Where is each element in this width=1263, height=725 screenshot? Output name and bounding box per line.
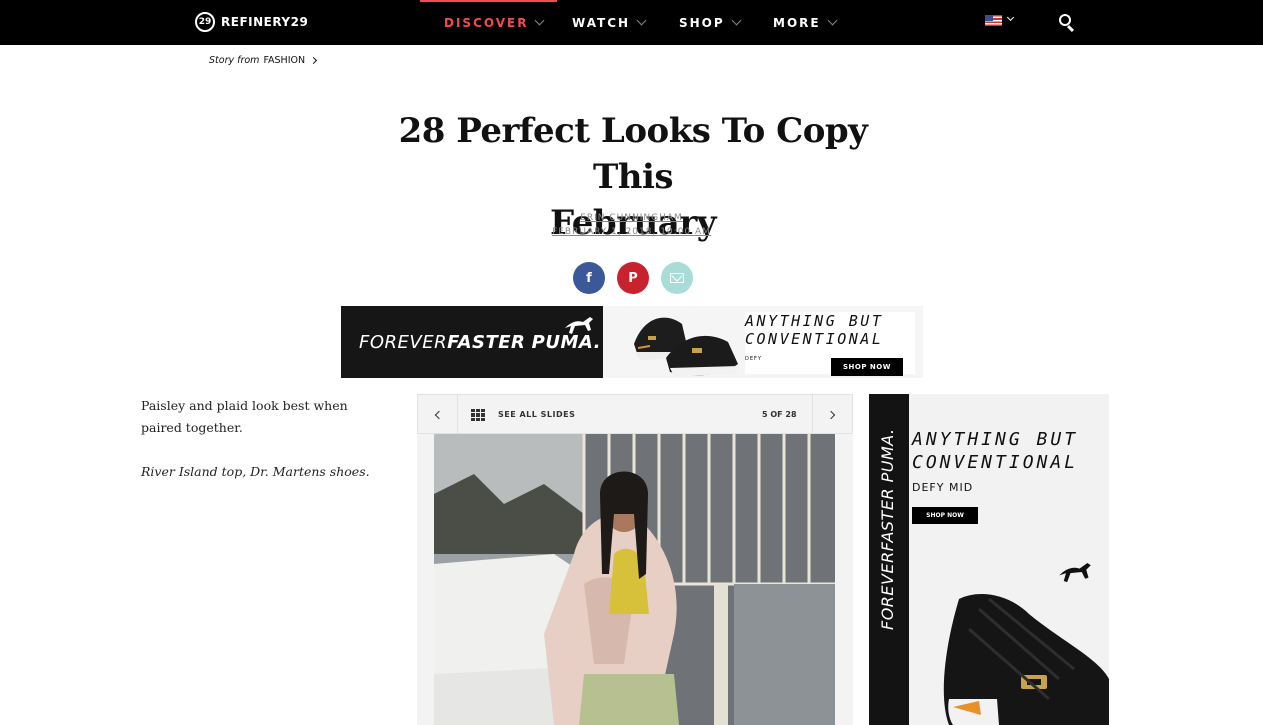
chevron-down-icon: [636, 15, 647, 26]
chevron-down-icon: [731, 15, 742, 26]
pinterest-icon: P: [628, 270, 638, 286]
nav-item-discover[interactable]: DISCOVER: [419, 0, 559, 45]
caption-text: Paisley and plaid look best when paired …: [141, 398, 348, 435]
mail-icon: [670, 273, 684, 283]
shoe-image: [634, 317, 738, 376]
banner-ad[interactable]: FOREVERFASTER PUMA. ANYTHING BUT CONVENT…: [341, 306, 923, 378]
nav-item-label: MORE: [773, 15, 821, 30]
slideshow: SEE ALL SLIDES 5 OF 28: [417, 394, 853, 725]
nav-item-label: WATCH: [572, 15, 631, 30]
slide-counter: 5 OF 28: [762, 410, 797, 419]
breadcrumb-prefix: Story from: [209, 55, 260, 66]
us-flag-icon[interactable]: [985, 15, 1002, 26]
nav-item-watch[interactable]: WATCH: [572, 0, 647, 45]
side-shop-now-button[interactable]: SHOP NOW: [912, 507, 978, 524]
author-link[interactable]: ERIN CUNNINGHAM: [0, 213, 1263, 223]
title-line-2: February: [549, 203, 717, 243]
side-ad-product: DEFY MID: [912, 481, 974, 494]
slide-photo[interactable]: [434, 434, 835, 725]
previous-slide-button[interactable]: [418, 395, 458, 434]
pinterest-share-button[interactable]: P: [617, 262, 649, 294]
headline-line-1: ANYTHING BUT: [745, 312, 884, 330]
chevron-right-icon: [826, 410, 836, 419]
puma-logo-icon: [1059, 563, 1091, 583]
tagline-faster: FASTER: [447, 332, 526, 353]
chevron-right-icon: [310, 56, 318, 65]
side-ad[interactable]: FOREVERFASTER PUMA. ANYTHING BUT CONVENT…: [869, 394, 1109, 725]
banner-ad-brand-panel: FOREVERFASTER PUMA.: [341, 306, 603, 378]
nav-item-label: DISCOVER: [444, 15, 529, 30]
slide-caption: Paisley and plaid look best when paired …: [141, 395, 391, 483]
grid-icon[interactable]: [471, 409, 485, 421]
next-slide-button[interactable]: [812, 395, 852, 434]
caption-credit: River Island top, Dr. Martens shoes.: [141, 464, 370, 479]
nav-item-shop[interactable]: SHOP: [679, 0, 742, 45]
headline-line-1: ANYTHING BUT: [912, 429, 1079, 450]
sneaker-image: [943, 594, 1109, 725]
see-all-slides-button[interactable]: SEE ALL SLIDES: [498, 410, 575, 419]
chevron-down-icon[interactable]: [1006, 13, 1015, 22]
headline-line-2: CONVENTIONAL: [745, 330, 884, 348]
top-nav-bar: 29 REFINERY29 DISCOVER WATCH SHOP MORE: [0, 0, 1263, 45]
chevron-left-icon: [434, 410, 444, 419]
nav-item-label: SHOP: [679, 15, 725, 30]
chevron-down-icon: [827, 15, 838, 26]
banner-shop-now-button[interactable]: SHOP NOW: [831, 358, 903, 376]
breadcrumb[interactable]: Story from FASHION: [209, 55, 318, 66]
facebook-icon: f: [586, 270, 592, 286]
puma-logo-icon: [565, 317, 593, 334]
side-ad-vertical-tagline: FOREVERFASTER PUMA.: [878, 428, 897, 630]
publish-date: FEBRUARY 1, 2018, 10:00 AM: [552, 227, 711, 237]
page-title: 28 Perfect Looks To Copy This February: [380, 108, 886, 246]
breadcrumb-section[interactable]: FASHION: [263, 55, 305, 66]
facebook-share-button[interactable]: f: [573, 262, 605, 294]
slideshow-toolbar: SEE ALL SLIDES 5 OF 28: [417, 394, 853, 434]
title-line-1: 28 Perfect Looks To Copy This: [398, 111, 868, 197]
banner-ad-product: DEFY: [745, 356, 762, 362]
chevron-down-icon: [535, 15, 545, 26]
banner-ad-copy: ANYTHING BUT CONVENTIONAL DEFY SHOP NOW: [745, 312, 915, 376]
headline-line-2: CONVENTIONAL: [912, 452, 1079, 473]
banner-ad-headline: ANYTHING BUT CONVENTIONAL: [745, 312, 883, 348]
search-icon[interactable]: [1058, 13, 1076, 33]
side-ad-headline: ANYTHING BUT CONVENTIONAL: [912, 428, 1078, 474]
tagline-forever: FOREVER: [359, 332, 448, 353]
logo-text: REFINERY29: [221, 15, 309, 29]
nav-item-more[interactable]: MORE: [773, 0, 838, 45]
logo-mark-icon: 29: [195, 12, 215, 32]
side-ad-stripe: FOREVERFASTER PUMA.: [869, 394, 909, 725]
refinery29-logo[interactable]: 29 REFINERY29: [195, 12, 308, 32]
email-share-button[interactable]: [661, 262, 693, 294]
